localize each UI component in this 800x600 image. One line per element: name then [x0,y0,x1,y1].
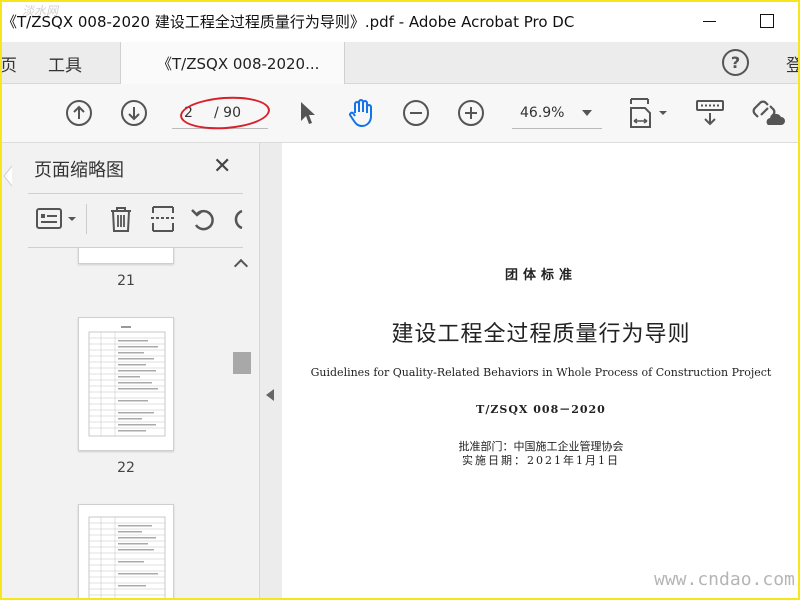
rotate-cw-button[interactable] [228,203,244,235]
page-thumbnail[interactable] [78,248,174,264]
next-page-button[interactable] [119,98,149,128]
arrow-down-circle-icon [121,100,147,126]
scroll-mode-button[interactable] [694,97,726,129]
panel-toolbar [28,200,248,240]
scrollbar-thumb[interactable] [233,352,251,374]
page-fit-icon [630,98,667,128]
thumbnail-scrollbar[interactable] [232,256,252,600]
thumbnail-list: 21 22 [28,248,228,600]
sign-in-link[interactable]: 登 [786,51,800,76]
close-icon[interactable]: ✕ [213,154,231,179]
panel-divider [28,193,243,194]
trash-icon [111,207,131,232]
hand-icon [349,99,372,127]
cursor-arrow-icon [301,102,315,124]
document-title-en: Guidelines for Quality-Related Behaviors… [310,366,772,379]
thumbnail-label: 21 [117,273,135,289]
title-bar: 《T/ZSQX 008-2020 建设工程全过程质量行为导则》.pdf - Ad… [0,0,800,42]
window-title: 《T/ZSQX 008-2020 建设工程全过程质量行为导则》.pdf - Ad… [2,13,575,31]
plus-circle-icon [458,100,484,126]
arrow-up-circle-icon [66,100,92,126]
share-link-button[interactable] [750,97,786,129]
thumbnail-page-content [88,516,166,600]
extract-page-button[interactable] [148,203,178,235]
help-button[interactable]: ? [722,49,749,76]
page-display-button[interactable] [626,96,670,130]
panel-pointer-icon [3,166,12,186]
watermark-bottom: www.cndao.com [654,569,795,590]
rotate-cw-icon [234,209,243,230]
page-thumbnail[interactable] [78,317,174,451]
toolbar-divider [86,204,87,234]
effective-date: 实施日期：2021年1月1日 [462,454,620,467]
thumbnail-page-content [88,326,166,437]
chevron-down-icon[interactable] [582,110,592,116]
tab-tools[interactable]: 工具 [48,42,82,84]
document-code: T/ZSQX 008－2020 [476,403,606,416]
keyboard-download-icon [696,100,724,126]
delete-page-button[interactable] [106,203,136,235]
options-list-icon [36,208,76,229]
select-tool-button[interactable] [294,98,320,128]
watermark-top: 淡水网 [22,4,59,18]
hand-tool-button[interactable] [344,96,378,130]
zoom-in-button[interactable] [456,98,486,128]
tab-document[interactable]: 《T/ZSQX 008-2020... [120,42,345,85]
thumbnail-label: 22 [117,460,135,476]
minimize-button[interactable] [696,8,722,34]
link-cloud-icon [752,100,785,125]
thumbnail-options-button[interactable] [34,204,78,234]
panel-title: 页面缩略图 [34,160,124,181]
page-thumbnail[interactable] [78,504,174,600]
collapse-panel-icon[interactable] [266,389,274,401]
rotate-page-button[interactable] [188,203,218,235]
zoom-underline [512,128,602,129]
maximize-button[interactable] [754,8,780,34]
previous-page-button[interactable] [64,98,94,128]
rotate-ccw-icon [191,209,214,231]
tab-bar: 页 工具 《T/ZSQX 008-2020... [0,42,800,85]
tab-home[interactable]: 页 [0,42,17,84]
document-title-cn: 建设工程全过程质量行为导则 [391,322,691,347]
minus-circle-icon [403,100,429,126]
panel-splitter[interactable] [260,143,282,600]
page-split-icon [151,206,175,232]
zoom-out-button[interactable] [401,98,431,128]
document-category: 团体标准 [504,268,577,283]
